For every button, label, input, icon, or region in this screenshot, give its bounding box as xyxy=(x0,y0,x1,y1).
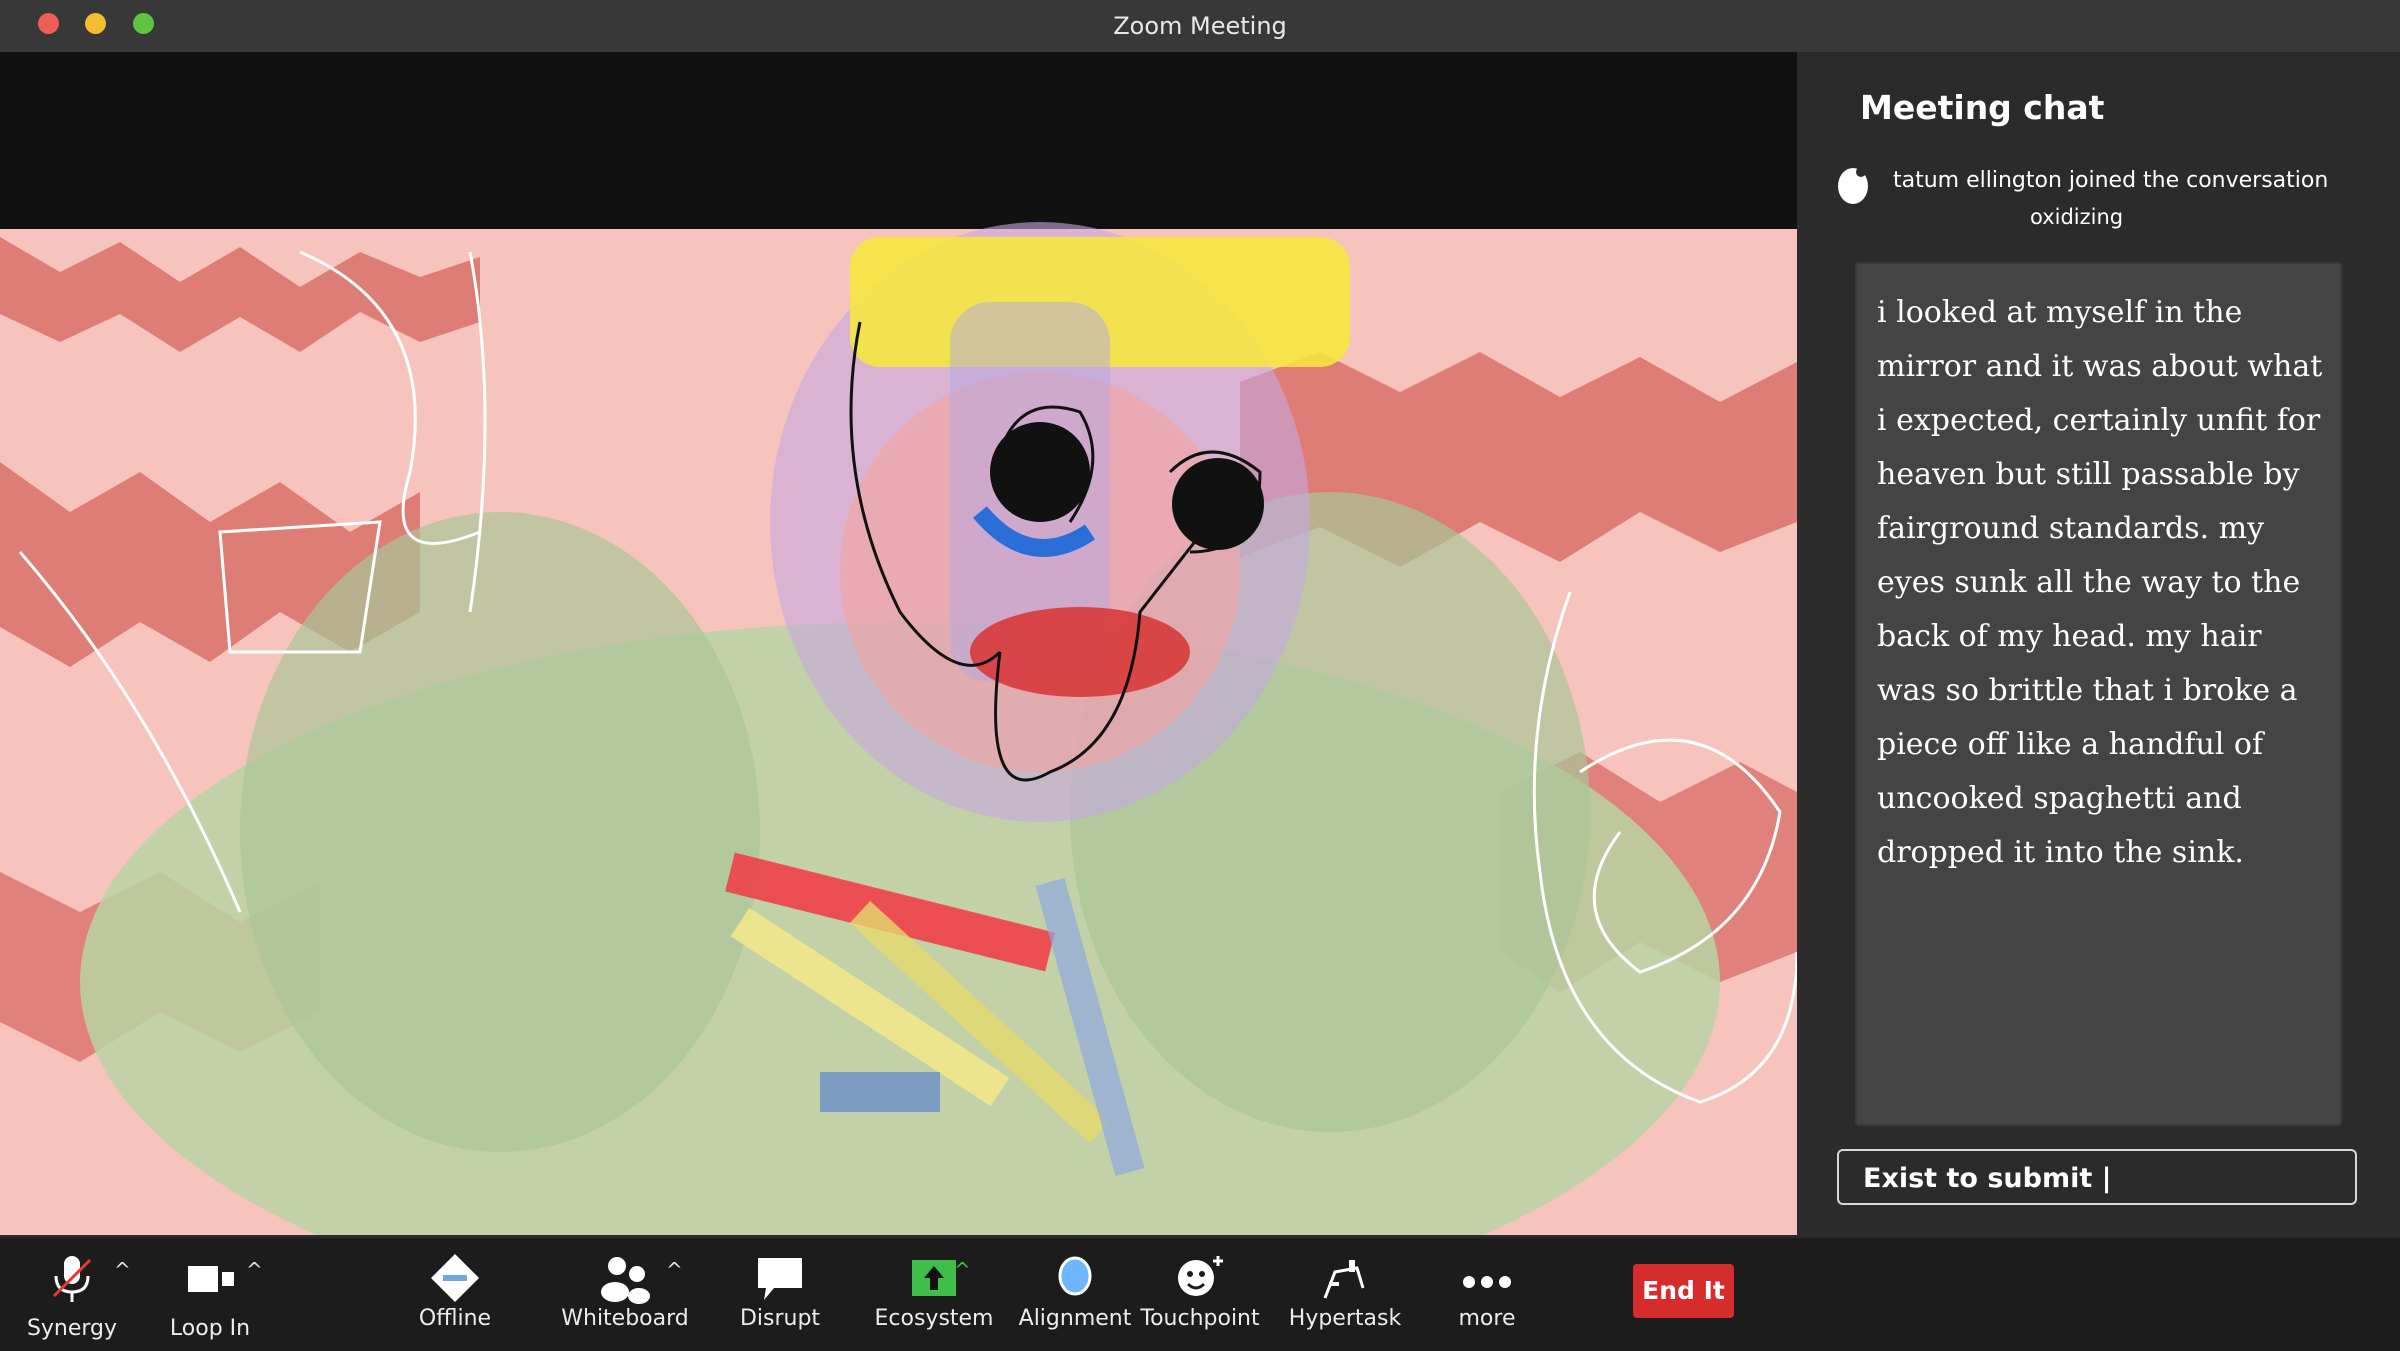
title-bar: Zoom Meeting xyxy=(0,0,2400,52)
hypertask-icon xyxy=(1323,1260,1365,1299)
chat-input[interactable]: Exist to submit | xyxy=(1837,1149,2357,1205)
synergy-label: Synergy xyxy=(26,1316,118,1341)
alignment-label: Alignment xyxy=(1018,1306,1132,1331)
offline-label: Offline xyxy=(418,1306,492,1331)
offline-button[interactable]: Offline xyxy=(405,1238,505,1351)
whiteboard-options-caret[interactable]: ^ xyxy=(666,1258,683,1282)
microphone-muted-icon xyxy=(52,1256,92,1302)
synergy-options-caret[interactable]: ^ xyxy=(114,1258,131,1282)
ecosystem-label: Ecosystem xyxy=(874,1306,994,1331)
loop-in-label: Loop In xyxy=(169,1316,251,1341)
whiteboard-button[interactable]: Whiteboard xyxy=(560,1238,690,1351)
alignment-button[interactable]: Alignment xyxy=(1015,1238,1135,1351)
disrupt-label: Disrupt xyxy=(739,1306,821,1331)
diamond-icon xyxy=(431,1254,479,1302)
more-button[interactable]: more xyxy=(1437,1238,1537,1351)
smiley-plus-icon xyxy=(1178,1256,1223,1296)
chat-message: i looked at myself in the mirror and it … xyxy=(1877,295,2323,870)
join-notice: tatum ellington joined the conversation xyxy=(1893,168,2329,193)
touchpoint-label: Touchpoint xyxy=(1140,1306,1260,1331)
end-meeting-button[interactable]: End It xyxy=(1633,1264,1734,1318)
oval-icon xyxy=(1058,1256,1092,1296)
video-feed xyxy=(0,52,1797,1235)
video-camera-icon xyxy=(188,1266,234,1292)
more-label: more xyxy=(1458,1306,1516,1331)
disrupt-button[interactable]: Disrupt xyxy=(730,1238,830,1351)
whiteboard-label: Whiteboard xyxy=(561,1306,689,1331)
chat-title: Meeting chat xyxy=(1860,88,2105,127)
more-dots-icon xyxy=(1463,1276,1511,1288)
loop-in-button[interactable]: Loop In xyxy=(160,1238,260,1351)
loop-in-options-caret[interactable]: ^ xyxy=(246,1258,263,1282)
chat-message-box: i looked at myself in the mirror and it … xyxy=(1855,262,2342,1126)
synergy-button[interactable]: Synergy xyxy=(22,1238,122,1351)
touchpoint-button[interactable]: Touchpoint xyxy=(1140,1238,1260,1351)
hypertask-button[interactable]: Hypertask xyxy=(1280,1238,1410,1351)
hypertask-label: Hypertask xyxy=(1288,1306,1402,1331)
painted-video-image xyxy=(0,52,1797,1235)
join-notice-sub: oxidizing xyxy=(2030,205,2124,229)
meeting-toolbar: Synergy ^ Loop In ^ Offline Whiteboard ^… xyxy=(0,1235,2400,1351)
speech-bubble-icon xyxy=(758,1258,802,1300)
ecosystem-button[interactable]: Ecosystem xyxy=(874,1238,994,1351)
window-title: Zoom Meeting xyxy=(1113,12,1287,40)
participants-icon xyxy=(601,1257,650,1304)
user-join-icon xyxy=(1838,167,1868,204)
chat-input-value: Exist to submit | xyxy=(1863,1163,2112,1194)
chat-panel: Meeting chat tatum ellington joined the … xyxy=(1797,52,2400,1235)
ecosystem-options-caret[interactable]: ^ xyxy=(954,1258,971,1282)
end-meeting-label: End It xyxy=(1642,1276,1725,1305)
